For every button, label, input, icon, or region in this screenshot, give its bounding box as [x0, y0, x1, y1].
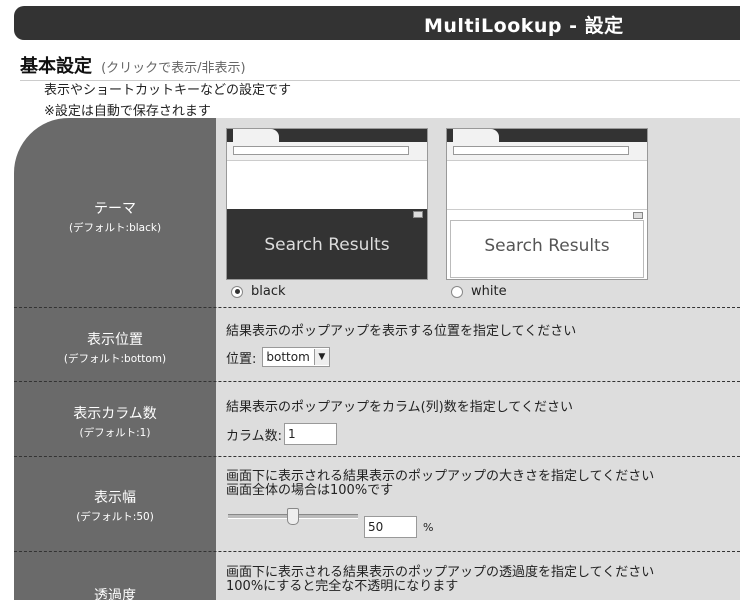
columns-input[interactable]: 1	[284, 423, 337, 445]
slider-thumb[interactable]	[287, 508, 299, 525]
width-label: 表示幅	[94, 490, 136, 506]
popup-preview-light: Search Results	[447, 209, 647, 279]
theme-preview-black[interactable]: Search Results	[226, 128, 428, 280]
columns-label: 表示カラム数	[73, 406, 157, 422]
radio-button[interactable]	[451, 285, 463, 298]
position-select[interactable]: bottom ▼	[262, 347, 330, 367]
close-icon	[633, 212, 643, 219]
opacity-description: 画面下に表示される結果表示のポップアップの透過度を指定してください	[226, 565, 655, 580]
popup-preview-dark: Search Results	[227, 209, 427, 279]
position-default: (デフォルト:bottom)	[63, 353, 167, 365]
theme-label-block: テーマ (デフォルト:black)	[14, 198, 216, 235]
radio-button-checked[interactable]	[231, 285, 243, 298]
browser-tab	[453, 129, 499, 142]
theme-radio-white[interactable]: white	[451, 284, 507, 299]
browser-toolbar	[227, 142, 427, 161]
opacity-label-block: 透過度	[14, 585, 216, 600]
radio-label: white	[471, 284, 507, 299]
section-toggle-link[interactable]: (クリックで表示/非表示)	[101, 61, 246, 76]
radio-label: black	[251, 284, 286, 299]
preview-text: Search Results	[484, 236, 610, 256]
position-select-value: bottom	[266, 350, 310, 364]
browser-toolbar	[447, 142, 647, 161]
width-unit: %	[423, 520, 434, 534]
preview-text: Search Results	[264, 235, 390, 255]
theme-preview-white[interactable]: Search Results	[446, 128, 648, 280]
width-slider[interactable]	[228, 470, 368, 530]
section-header[interactable]: 基本設定 (クリックで表示/非表示)	[20, 52, 740, 81]
columns-row: 表示カラム数 (デフォルト:1) 結果表示のポップアップをカラム(列)数を指定し…	[14, 382, 740, 457]
columns-content: 結果表示のポップアップをカラム(列)数を指定してください カラム数: 1	[226, 396, 573, 445]
section-title: 基本設定	[20, 56, 92, 77]
browser-chrome	[227, 129, 427, 142]
browser-tab	[233, 129, 279, 142]
settings-panel: テーマ (デフォルト:black) Search Results black S…	[14, 118, 740, 600]
browser-chrome	[447, 129, 647, 142]
section-note: ※設定は自動で保存されます	[44, 104, 211, 119]
position-row: 表示位置 (デフォルト:bottom) 結果表示のポップアップを表示する位置を指…	[14, 308, 740, 382]
section-description: 表示やショートカットキーなどの設定です	[44, 83, 292, 98]
columns-label-block: 表示カラム数 (デフォルト:1)	[14, 403, 216, 440]
width-label-block: 表示幅 (デフォルト:50)	[14, 487, 216, 524]
width-input[interactable]: 50	[364, 516, 417, 538]
position-description: 結果表示のポップアップを表示する位置を指定してください	[226, 324, 577, 339]
theme-default: (デフォルト:black)	[68, 222, 162, 234]
chevron-down-icon[interactable]: ▼	[313, 349, 329, 365]
opacity-label: 透過度	[94, 588, 136, 600]
position-label-block: 表示位置 (デフォルト:bottom)	[14, 329, 216, 366]
position-label: 表示位置	[87, 332, 143, 348]
theme-radio-black[interactable]: black	[231, 284, 286, 299]
page-title: MultiLookup - 設定	[424, 15, 624, 37]
width-row: 表示幅 (デフォルト:50) 画面下に表示される結果表示のポップアップの大きさを…	[14, 457, 740, 552]
title-bar: MultiLookup - 設定	[14, 6, 740, 40]
opacity-content: 画面下に表示される結果表示のポップアップの透過度を指定してください 100%にす…	[226, 566, 654, 594]
columns-default: (デフォルト:1)	[79, 427, 151, 439]
close-icon	[413, 211, 423, 218]
columns-description: 結果表示のポップアップをカラム(列)数を指定してください	[226, 400, 573, 415]
opacity-row: 透過度 画面下に表示される結果表示のポップアップの透過度を指定してください 10…	[14, 552, 740, 600]
url-bar	[453, 146, 629, 155]
width-default: (デフォルト:50)	[76, 511, 154, 523]
position-field-label: 位置:	[226, 351, 257, 367]
opacity-note: 100%にすると完全な不透明になります	[226, 579, 459, 594]
position-content: 結果表示のポップアップを表示する位置を指定してください 位置: bottom ▼	[226, 320, 576, 367]
width-content: 画面下に表示される結果表示のポップアップの大きさを指定してください 画面全体の場…	[226, 470, 706, 550]
theme-label: テーマ	[94, 201, 136, 217]
theme-row: テーマ (デフォルト:black) Search Results black S…	[14, 118, 740, 308]
url-bar	[233, 146, 409, 155]
columns-field-label: カラム数:	[226, 428, 282, 444]
